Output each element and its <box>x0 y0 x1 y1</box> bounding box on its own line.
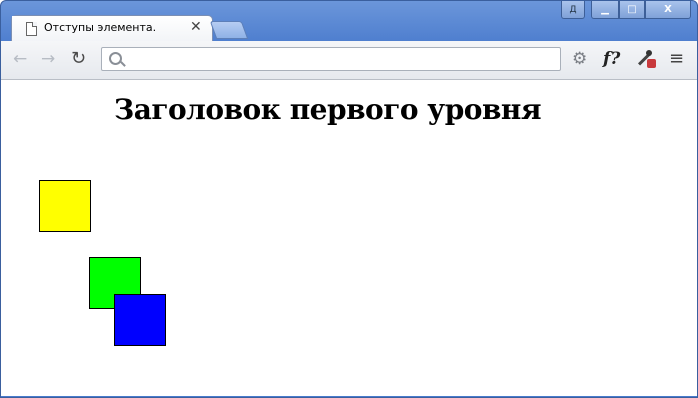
browser-toolbar: ← → ↻ ⚙ f? ≡ <box>1 41 697 80</box>
page-viewport: Заголовок первого уровня <box>1 80 697 396</box>
title-bar: Отступы элемента. ✕ Д ▁ □ X <box>1 1 697 42</box>
page-heading: Заголовок первого уровня <box>114 93 542 126</box>
forward-arrow-icon[interactable]: → <box>41 50 55 68</box>
gear-icon[interactable]: ⚙ <box>572 49 587 69</box>
tab-close-icon[interactable]: ✕ <box>190 19 202 35</box>
window-controls: Д ▁ □ X <box>561 1 691 19</box>
user-profile-button[interactable]: Д <box>561 1 585 19</box>
menu-icon[interactable]: ≡ <box>669 49 684 69</box>
reload-icon[interactable]: ↻ <box>71 50 86 68</box>
close-window-button[interactable]: X <box>645 1 691 19</box>
yellow-square <box>39 180 91 232</box>
maximize-button[interactable]: □ <box>619 1 645 19</box>
minimize-button[interactable]: ▁ <box>591 1 619 19</box>
fx-extension-icon[interactable]: f? <box>603 49 620 69</box>
search-icon <box>109 52 122 65</box>
new-tab-button[interactable] <box>209 21 249 39</box>
blue-square <box>114 294 166 346</box>
address-input[interactable] <box>128 50 552 70</box>
back-arrow-icon[interactable]: ← <box>13 50 27 68</box>
address-bar[interactable] <box>101 47 561 71</box>
tab-active[interactable]: Отступы элемента. ✕ <box>11 15 213 42</box>
tab-title: Отступы элемента. <box>44 21 157 34</box>
page-icon <box>26 22 37 36</box>
browser-window: Отступы элемента. ✕ Д ▁ □ X ← → ↻ ⚙ f? ≡ <box>0 0 698 398</box>
